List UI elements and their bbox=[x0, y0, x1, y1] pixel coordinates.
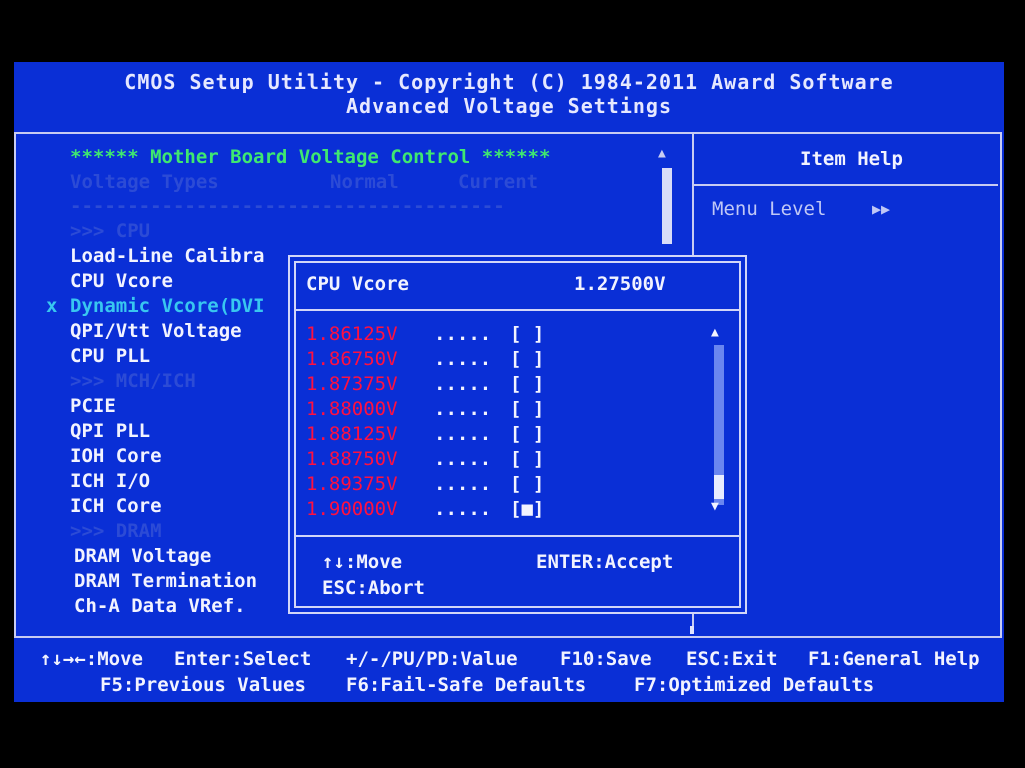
option-dots: ..... bbox=[434, 373, 492, 395]
voltage-item[interactable]: PCIE bbox=[70, 395, 116, 417]
option-value[interactable]: 1.86750V bbox=[306, 348, 398, 370]
popup-hint-divider bbox=[296, 535, 739, 537]
option-value[interactable]: 1.86125V bbox=[306, 323, 398, 345]
voltage-item[interactable]: ICH I/O bbox=[70, 470, 150, 492]
option-dots: ..... bbox=[434, 498, 492, 520]
footer-hint: F5:Previous Values bbox=[100, 674, 306, 696]
utility-title: CMOS Setup Utility - Copyright (C) 1984-… bbox=[124, 70, 894, 94]
footer-hint: +/-/PU/PD:Value bbox=[346, 648, 518, 670]
hint-abort: ESC:Abort bbox=[322, 577, 425, 599]
voltage-item[interactable]: DRAM Voltage bbox=[74, 545, 211, 567]
footer-hint: Enter:Select bbox=[174, 648, 312, 670]
help-divider bbox=[694, 184, 998, 186]
voltage-item[interactable]: QPI/Vtt Voltage bbox=[70, 320, 242, 342]
option-dots: ..... bbox=[434, 448, 492, 470]
footer-hint: F6:Fail-Safe Defaults bbox=[346, 674, 587, 696]
item-help-title: Item Help bbox=[800, 148, 903, 170]
option-value[interactable]: 1.88125V bbox=[306, 423, 398, 445]
disabled-marker: x bbox=[46, 295, 58, 317]
option-checkbox[interactable]: [ ] bbox=[510, 448, 544, 470]
cpu-vcore-popup[interactable]: CPU Vcore 1.27500V ▲ ▼ ↑↓:Move ENTER:Acc… bbox=[288, 255, 747, 614]
option-dots: ..... bbox=[434, 398, 492, 420]
hint-move: ↑↓:Move bbox=[322, 551, 403, 573]
voltage-item[interactable]: Dynamic Vcore(DVI bbox=[70, 295, 264, 317]
voltage-item: >>> CPU bbox=[70, 220, 151, 242]
footer-hint: F10:Save bbox=[560, 648, 652, 670]
footer-hint: ↑↓→←:Move bbox=[40, 648, 143, 670]
popup-scroll-up-icon[interactable]: ▲ bbox=[711, 325, 719, 340]
footer-hint: F1:General Help bbox=[808, 648, 980, 670]
option-dots: ..... bbox=[434, 323, 492, 345]
voltage-item[interactable]: DRAM Termination bbox=[74, 570, 257, 592]
popup-scroll-down-icon[interactable]: ▼ bbox=[711, 499, 719, 514]
column-voltage-types: Voltage Types bbox=[70, 171, 219, 193]
scroll-up-arrow[interactable]: ▲ bbox=[658, 146, 666, 161]
column-current: Current bbox=[458, 171, 539, 193]
option-checkbox[interactable]: [ ] bbox=[510, 348, 544, 370]
frame-tick bbox=[690, 626, 694, 634]
voltage-item[interactable]: ICH Core bbox=[70, 495, 162, 517]
option-value[interactable]: 1.88000V bbox=[306, 398, 398, 420]
voltage-item[interactable]: CPU Vcore bbox=[70, 270, 173, 292]
voltage-item[interactable]: Load-Line Calibra bbox=[70, 245, 264, 267]
voltage-item[interactable]: Ch-A Data VRef. bbox=[74, 595, 246, 617]
voltage-item[interactable]: IOH Core bbox=[70, 445, 162, 467]
popup-title-divider bbox=[296, 309, 739, 311]
footer-hint: F7:Optimized Defaults bbox=[634, 674, 875, 696]
option-dots: ..... bbox=[434, 473, 492, 495]
voltage-item[interactable]: QPI PLL bbox=[70, 420, 150, 442]
header-divider: -------------------------------------- bbox=[70, 195, 505, 217]
footer-hint: ESC:Exit bbox=[686, 648, 778, 670]
page-title: Advanced Voltage Settings bbox=[345, 94, 673, 118]
option-value[interactable]: 1.89375V bbox=[306, 473, 398, 495]
popup-scrollbar-thumb[interactable] bbox=[714, 475, 724, 499]
left-scrollbar-thumb[interactable] bbox=[662, 168, 672, 244]
option-value[interactable]: 1.87375V bbox=[306, 373, 398, 395]
option-checkbox[interactable]: [ ] bbox=[510, 423, 544, 445]
menu-level-icon: ▶▶ bbox=[872, 200, 891, 218]
option-value[interactable]: 1.88750V bbox=[306, 448, 398, 470]
menu-level-label: Menu Level bbox=[712, 198, 827, 220]
voltage-item: >>> DRAM bbox=[70, 520, 162, 542]
hint-accept: ENTER:Accept bbox=[536, 551, 674, 573]
option-checkbox[interactable]: [■] bbox=[510, 498, 544, 520]
popup-current-value: 1.27500V bbox=[574, 273, 666, 295]
option-checkbox[interactable]: [ ] bbox=[510, 323, 544, 345]
option-dots: ..... bbox=[434, 423, 492, 445]
option-value[interactable]: 1.90000V bbox=[306, 498, 398, 520]
option-dots: ..... bbox=[434, 348, 492, 370]
option-checkbox[interactable]: [ ] bbox=[510, 373, 544, 395]
voltage-item[interactable]: CPU PLL bbox=[70, 345, 150, 367]
option-checkbox[interactable]: [ ] bbox=[510, 398, 544, 420]
section-title: ****** Mother Board Voltage Control ****… bbox=[70, 146, 551, 168]
column-normal: Normal bbox=[330, 171, 399, 193]
voltage-item: >>> MCH/ICH bbox=[70, 370, 196, 392]
popup-title: CPU Vcore bbox=[306, 273, 409, 295]
option-checkbox[interactable]: [ ] bbox=[510, 473, 544, 495]
